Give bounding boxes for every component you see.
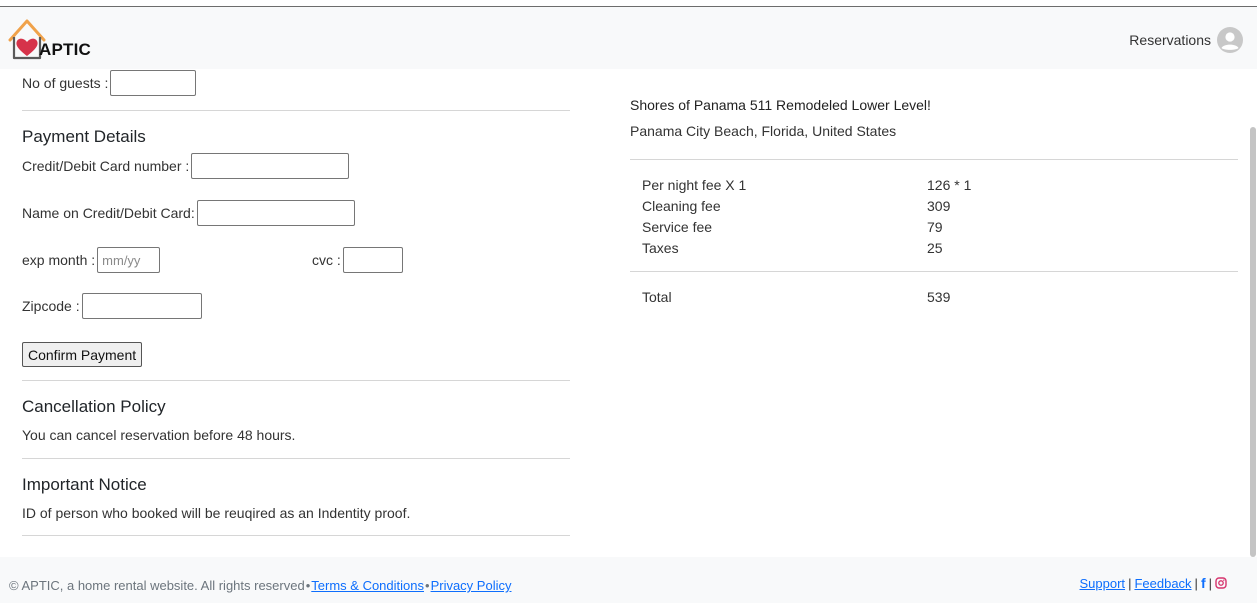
card-number-label: Credit/Debit Card number : [22, 158, 190, 174]
header-nav: Reservations [1129, 27, 1243, 53]
cancellation-policy-heading: Cancellation Policy [22, 397, 166, 416]
zipcode-row: Zipcode : [22, 293, 202, 319]
reservations-link[interactable]: Reservations [1129, 32, 1211, 48]
guests-label: No of guests : [22, 75, 109, 91]
confirm-payment-button[interactable]: Confirm Payment [22, 342, 143, 367]
scrollbar-thumb[interactable] [1250, 127, 1256, 557]
total-value: 539 [927, 289, 951, 305]
divider [630, 159, 1238, 160]
feedback-link[interactable]: Feedback [1134, 576, 1191, 591]
terms-link[interactable]: Terms & Conditions [311, 578, 424, 593]
card-number-row: Credit/Debit Card number : [22, 153, 350, 179]
fee-label: Service fee [642, 219, 713, 235]
footer-copyright: © APTIC, a home rental website. All righ… [9, 578, 511, 593]
support-link[interactable]: Support [1080, 576, 1126, 591]
cancellation-policy-text: You can cancel reservation before 48 hou… [22, 427, 296, 443]
bullet-separator: • [305, 578, 311, 593]
facebook-icon[interactable]: f [1201, 575, 1206, 591]
listing-title: Shores of Panama 511 Remodeled Lower Lev… [630, 97, 931, 113]
card-name-row: Name on Credit/Debit Card: [22, 200, 355, 226]
fee-label: Cleaning fee [642, 198, 721, 214]
fee-value: 25 [927, 240, 943, 256]
divider [22, 110, 570, 111]
fee-value: 309 [927, 198, 951, 214]
fee-label: Per night fee X 1 [642, 177, 747, 193]
important-notice-heading: Important Notice [22, 475, 147, 494]
footer-links: Support | Feedback | f | [1080, 575, 1227, 591]
zipcode-input[interactable] [81, 293, 202, 319]
user-avatar-icon[interactable] [1217, 27, 1243, 53]
copyright-text: © APTIC, a home rental website. All righ… [9, 578, 305, 593]
zipcode-label: Zipcode : [22, 298, 80, 314]
pipe-separator: | [1208, 575, 1212, 591]
divider [630, 271, 1238, 272]
brand-name: APTIC [39, 40, 91, 59]
card-name-input[interactable] [196, 200, 355, 226]
exp-month-label: exp month : [22, 252, 96, 268]
cvc-label: cvc : [312, 252, 341, 268]
fee-value: 126 * 1 [927, 177, 972, 193]
exp-month-input[interactable] [97, 247, 161, 273]
fee-label: Taxes [642, 240, 679, 256]
privacy-link[interactable]: Privacy Policy [431, 578, 512, 593]
guests-input[interactable] [110, 70, 197, 96]
divider [22, 535, 570, 536]
pipe-separator: | [1128, 575, 1132, 591]
pipe-separator: | [1194, 575, 1198, 591]
cvc-input[interactable] [342, 247, 403, 273]
brand-logo[interactable]: APTIC [6, 16, 126, 64]
important-notice-text: ID of person who booked will be reuqired… [22, 505, 411, 521]
card-name-label: Name on Credit/Debit Card: [22, 205, 195, 221]
bullet-separator: • [425, 578, 430, 593]
listing-location: Panama City Beach, Florida, United State… [630, 123, 897, 139]
cvc-row: cvc : [312, 247, 403, 273]
exp-month-row: exp month : [22, 247, 161, 273]
total-label: Total [642, 289, 672, 305]
fee-value: 79 [927, 219, 943, 235]
header: APTIC Reservations [0, 7, 1257, 69]
instagram-icon[interactable] [1215, 577, 1227, 589]
divider [22, 380, 570, 381]
card-number-input[interactable] [191, 153, 350, 179]
payment-details-heading: Payment Details [22, 127, 146, 146]
divider [22, 458, 570, 459]
footer: © APTIC, a home rental website. All righ… [0, 557, 1257, 603]
guests-row: No of guests : [22, 70, 197, 96]
